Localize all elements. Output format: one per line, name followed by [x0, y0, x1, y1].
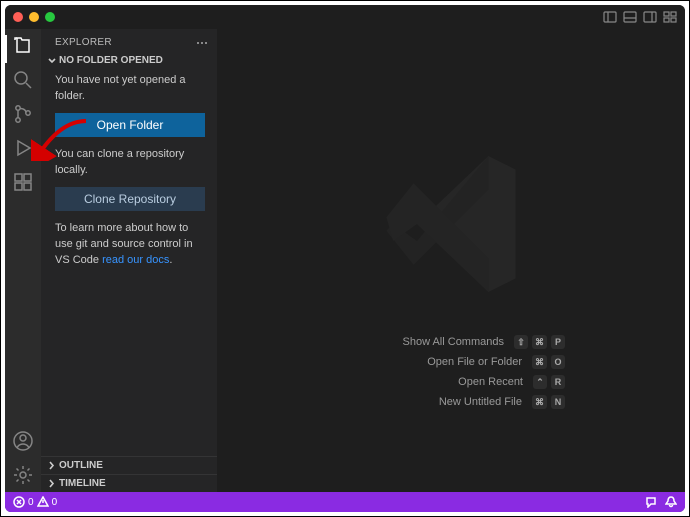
welcome-commands: Show All Commands ⇧ ⌘ P Open File or Folder ⌘…	[403, 329, 566, 415]
activity-bar	[5, 29, 41, 492]
close-icon[interactable]	[13, 12, 23, 22]
timeline-section[interactable]: TIMELINE	[41, 474, 217, 492]
more-icon[interactable]	[197, 42, 207, 44]
bell-icon[interactable]	[665, 496, 677, 508]
chevron-right-icon	[47, 479, 56, 488]
no-folder-section[interactable]: NO FOLDER OPENED	[41, 52, 217, 69]
editor-area: Show All Commands ⇧ ⌘ P Open File or Folder ⌘…	[217, 29, 685, 492]
layout-panel-icon[interactable]	[623, 10, 637, 24]
key: ⌘	[532, 335, 547, 349]
gear-icon[interactable]	[12, 464, 34, 486]
window: EXPLORER NO FOLDER OPENED You have not y…	[5, 5, 685, 512]
open-folder-button[interactable]: Open Folder	[55, 113, 205, 137]
command-keys: ⇧ ⌘ P	[514, 335, 565, 349]
main-body: EXPLORER NO FOLDER OPENED You have not y…	[5, 29, 685, 492]
key: O	[551, 355, 565, 369]
status-problems[interactable]: 0 0	[13, 496, 57, 508]
vscode-logo	[217, 139, 685, 309]
chevron-right-icon	[47, 461, 56, 470]
error-icon	[13, 496, 25, 508]
key: ⌘	[532, 355, 547, 369]
command-row: Open Recent⌃R	[403, 375, 566, 389]
key: ⌃	[533, 375, 547, 389]
customize-layout-icon[interactable]	[663, 10, 677, 24]
clone-repository-button[interactable]: Clone Repository	[55, 187, 205, 211]
key: ⇧	[514, 335, 528, 349]
source-control-icon[interactable]	[12, 103, 34, 125]
layout-sidebar-left-icon[interactable]	[603, 10, 617, 24]
sidebar-footer: OUTLINE TIMELINE	[41, 456, 217, 492]
outline-section[interactable]: OUTLINE	[41, 456, 217, 474]
command-row: Open File or Folder⌘O	[403, 355, 566, 369]
command-keys: ⌘O	[532, 355, 565, 369]
clone-hint: You can clone a repository locally.	[55, 147, 205, 179]
key: N	[551, 395, 565, 409]
run-debug-icon[interactable]	[12, 137, 34, 159]
key: R	[551, 375, 565, 389]
sidebar-body: You have not yet opened a folder. Open F…	[41, 69, 217, 456]
command-label: New Untitled File	[439, 396, 522, 408]
status-left: 0 0	[13, 496, 57, 508]
title-bar	[5, 5, 685, 29]
explorer-title: EXPLORER	[55, 37, 112, 48]
window-controls	[13, 12, 55, 22]
chevron-down-icon	[47, 56, 56, 65]
maximize-icon[interactable]	[45, 12, 55, 22]
sidebar: EXPLORER NO FOLDER OPENED You have not y…	[41, 29, 217, 492]
sidebar-header: EXPLORER	[41, 29, 217, 52]
status-bar: 0 0	[5, 492, 685, 512]
warning-icon	[37, 496, 49, 508]
key: ⌘	[532, 395, 547, 409]
command-keys: ⌃R	[533, 375, 565, 389]
feedback-icon[interactable]	[645, 496, 657, 508]
command-label: Open Recent	[458, 376, 523, 388]
key: P	[551, 335, 565, 349]
explorer-icon[interactable]	[12, 35, 34, 57]
command-label: Show All Commands	[403, 336, 505, 348]
status-right	[645, 496, 677, 508]
title-actions	[603, 10, 677, 24]
command-label: Open File or Folder	[427, 356, 522, 368]
layout-sidebar-right-icon[interactable]	[643, 10, 657, 24]
extensions-icon[interactable]	[12, 171, 34, 193]
search-icon[interactable]	[12, 69, 34, 91]
open-folder-hint: You have not yet opened a folder.	[55, 73, 205, 105]
command-row: New Untitled File⌘N	[403, 395, 566, 409]
accounts-icon[interactable]	[12, 430, 34, 452]
command-keys: ⌘N	[532, 395, 565, 409]
docs-hint: To learn more about how to use git and s…	[55, 221, 205, 269]
read-our-docs-link[interactable]: read our docs	[102, 254, 169, 266]
minimize-icon[interactable]	[29, 12, 39, 22]
command-row: Show All Commands ⇧ ⌘ P	[403, 335, 566, 349]
